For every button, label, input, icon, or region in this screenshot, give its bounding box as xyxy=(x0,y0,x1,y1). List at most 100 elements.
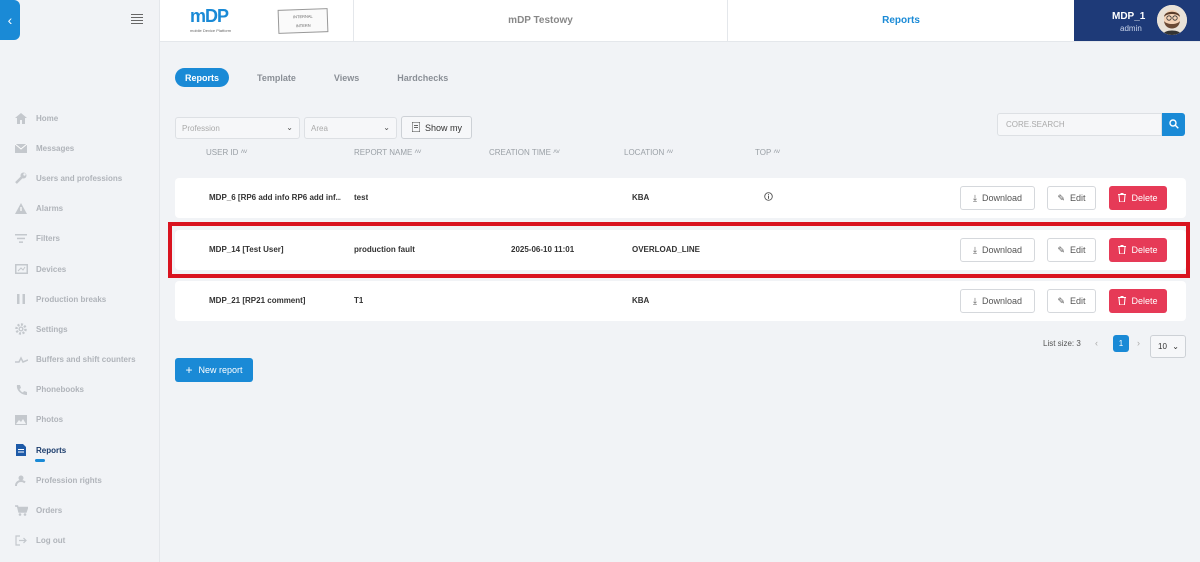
cart-icon xyxy=(14,504,28,518)
project-name[interactable]: mDP Testowy xyxy=(354,0,728,41)
wrench-icon xyxy=(14,171,28,185)
plus-icon: + xyxy=(185,363,193,377)
collapse-sidebar-button[interactable]: ‹ xyxy=(0,0,20,40)
filter-icon xyxy=(14,232,28,246)
search-icon xyxy=(1168,116,1179,134)
search-button[interactable] xyxy=(1162,113,1185,136)
sidebar-item-label: Log out xyxy=(36,536,66,546)
page-size-select[interactable]: 10 ⌄ xyxy=(1150,335,1186,358)
sidebar-item-label: Phonebooks xyxy=(36,385,85,395)
table-row[interactable]: MDP_21 [RP21 comment] T1 KBA ⤓ Download ✎… xyxy=(175,281,1186,321)
sort-icon: ˄˅ xyxy=(240,149,247,156)
chevron-left-icon[interactable]: ‹ xyxy=(1095,338,1098,348)
sidebar-item-devices[interactable]: Devices xyxy=(0,254,160,284)
cell-user-id: MDP_21 [RP21 comment] xyxy=(209,296,306,305)
sidebar-item-buffers-and-shift-counters[interactable]: Buffers and shift counters xyxy=(0,345,160,375)
user-name: MDP_1 xyxy=(1112,11,1146,22)
gear-icon xyxy=(14,322,28,336)
chevron-down-icon: ⌄ xyxy=(1172,342,1179,351)
column-header-user-id[interactable]: USER ID ˄˅ xyxy=(206,148,248,157)
show-my-button[interactable]: Show my xyxy=(401,116,472,139)
tab-reports[interactable]: Reports xyxy=(175,68,230,87)
report-tabs: Reports Template Views Hardchecks xyxy=(175,68,476,87)
column-header-creation-time[interactable]: CREATION TIME ˄˅ xyxy=(489,148,560,157)
column-header-report-name[interactable]: REPORT NAME ˄˅ xyxy=(354,148,422,157)
user-key-icon xyxy=(14,473,28,487)
pause-icon xyxy=(14,292,28,306)
sidebar-item-label: Orders xyxy=(36,506,63,516)
sidebar: ‹ Home Messages Users and professions Al… xyxy=(0,0,160,562)
delete-button[interactable]: Delete xyxy=(1109,186,1167,210)
cell-location: KBA xyxy=(632,193,650,202)
sidebar-item-messages[interactable]: Messages xyxy=(0,133,160,163)
logo-area: mDP mobile Device Platform INTERNAL INTE… xyxy=(160,0,354,41)
page-button-current[interactable]: 1 xyxy=(1113,335,1129,352)
sidebar-item-log-out[interactable]: Log out xyxy=(0,526,160,556)
area-select[interactable]: Area ⌄ xyxy=(304,117,397,139)
sidebar-item-users-and-professions[interactable]: Users and professions xyxy=(0,163,160,193)
edit-button[interactable]: ✎ Edit xyxy=(1047,186,1096,210)
document-icon xyxy=(14,443,28,457)
document-icon xyxy=(411,121,421,134)
highlight-box xyxy=(168,222,1190,278)
pencil-icon: ✎ xyxy=(1057,192,1066,203)
envelope-icon xyxy=(14,141,28,155)
cell-user-id: MDP_6 [RP6 add info RP6 add inf... xyxy=(209,193,341,202)
logo-subtitle: mobile Device Platform xyxy=(190,28,232,33)
sort-icon: ˄˅ xyxy=(552,149,560,156)
sidebar-item-filters[interactable]: Filters xyxy=(0,224,160,254)
top-header: mDP mobile Device Platform INTERNAL INTE… xyxy=(160,0,1200,42)
tab-views[interactable]: Views xyxy=(324,68,369,87)
sidebar-item-orders[interactable]: Orders xyxy=(0,495,160,525)
table-row[interactable]: MDP_6 [RP6 add info RP6 add inf... test … xyxy=(175,178,1186,218)
sidebar-item-label: Devices xyxy=(36,264,67,274)
sidebar-item-label: Filters xyxy=(36,234,61,244)
menu-icon[interactable] xyxy=(131,14,143,26)
sidebar-item-production-breaks[interactable]: Production breaks xyxy=(0,284,160,314)
internal-stamp: INTERNAL INTERN xyxy=(277,8,329,34)
home-icon xyxy=(14,111,28,125)
chevron-right-icon[interactable]: › xyxy=(1137,338,1140,348)
sidebar-item-settings[interactable]: Settings xyxy=(0,314,160,344)
download-button[interactable]: ⤓ Download xyxy=(960,289,1035,313)
info-circle-icon xyxy=(764,192,773,203)
cell-location: KBA xyxy=(632,296,650,305)
chevron-left-icon: ‹ xyxy=(7,12,13,28)
edit-button[interactable]: ✎ Edit xyxy=(1047,289,1096,313)
avatar[interactable] xyxy=(1157,5,1187,35)
sidebar-item-home[interactable]: Home xyxy=(0,103,160,133)
sidebar-item-photos[interactable]: Photos xyxy=(0,405,160,435)
tab-hardchecks[interactable]: Hardchecks xyxy=(387,68,458,87)
column-header-top[interactable]: TOP ˄˅ xyxy=(755,148,781,157)
sidebar-item-label: Reports xyxy=(36,445,67,455)
sidebar-item-profession-rights[interactable]: Profession rights xyxy=(0,465,160,495)
sidebar-item-label: Home xyxy=(36,113,59,123)
image-icon xyxy=(14,413,28,427)
sidebar-item-label: Buffers and shift counters xyxy=(36,355,136,365)
sidebar-item-label: Settings xyxy=(36,324,68,334)
active-indicator xyxy=(35,459,45,463)
list-size-label: List size: 3 xyxy=(1043,339,1081,348)
trash-icon xyxy=(1118,295,1127,307)
sidebar-item-label: Photos xyxy=(36,415,64,425)
column-header-location[interactable]: LOCATION ˄˅ xyxy=(624,148,674,157)
tab-template[interactable]: Template xyxy=(247,68,306,87)
sidebar-item-phonebooks[interactable]: Phonebooks xyxy=(0,375,160,405)
sort-icon: ˄˅ xyxy=(666,149,673,156)
cell-report-name: test xyxy=(354,193,369,202)
search-input[interactable]: CORE.SEARCH xyxy=(997,113,1162,136)
download-button[interactable]: ⤓ Download xyxy=(960,186,1035,210)
sidebar-item-label: Users and professions xyxy=(36,173,123,183)
cell-report-name: T1 xyxy=(354,296,364,305)
pencil-icon: ✎ xyxy=(1057,295,1066,306)
profession-select[interactable]: Profession ⌄ xyxy=(175,117,300,139)
sidebar-item-alarms[interactable]: Alarms xyxy=(0,194,160,224)
delete-button[interactable]: Delete xyxy=(1109,289,1167,313)
sidebar-item-reports[interactable]: Reports xyxy=(0,435,160,465)
chevron-down-icon: ⌄ xyxy=(383,123,390,132)
user-role: admin xyxy=(1120,24,1142,33)
trash-icon xyxy=(1118,192,1127,204)
sidebar-item-label: Messages xyxy=(36,143,75,153)
new-report-button[interactable]: + New report xyxy=(175,358,253,382)
user-menu[interactable]: MDP_1 admin xyxy=(1074,0,1200,41)
